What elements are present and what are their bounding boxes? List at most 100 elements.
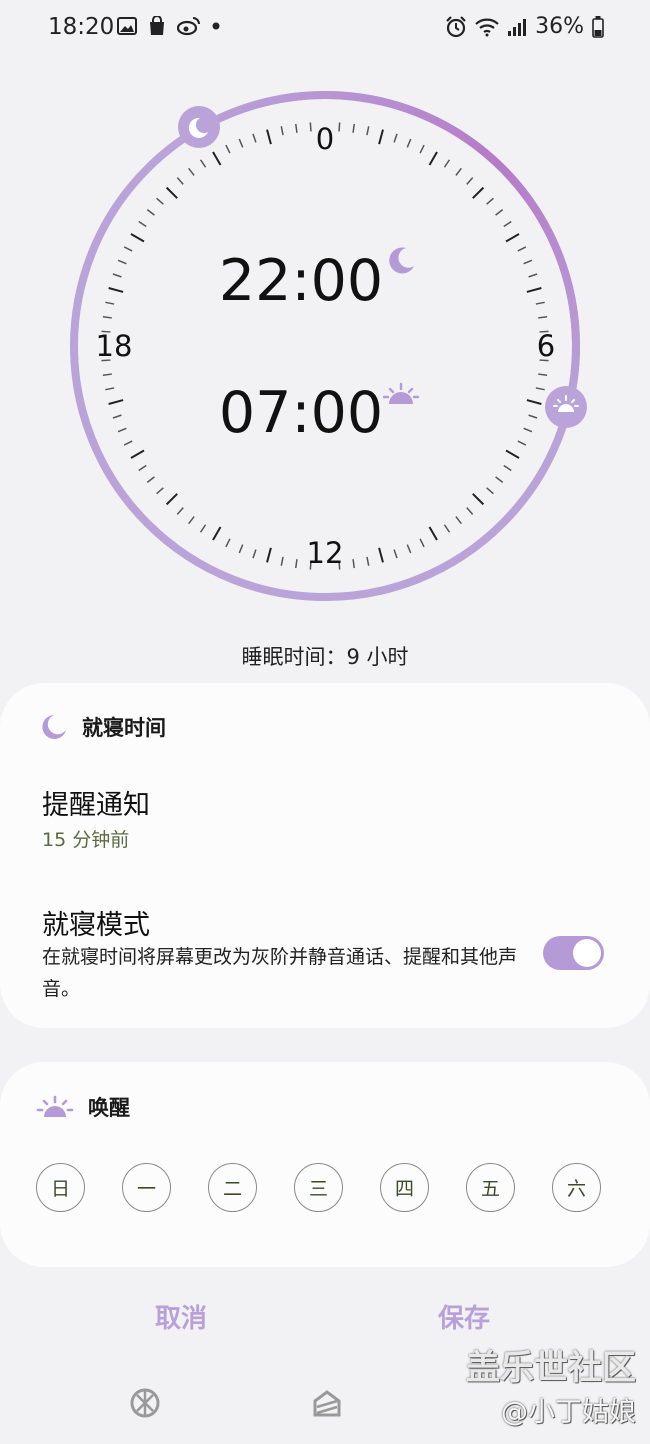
dial-tick xyxy=(393,133,398,143)
dial-tick xyxy=(123,440,133,446)
dial-tick xyxy=(495,476,504,483)
dot-icon xyxy=(212,22,220,30)
battery-percent: 36% xyxy=(535,14,584,39)
day-wednesday[interactable]: 三 xyxy=(294,1163,343,1212)
dial-tick xyxy=(105,301,115,305)
wake-time[interactable]: 07:00 xyxy=(219,380,383,446)
nav-home-icon[interactable] xyxy=(311,1387,343,1419)
day-sunday[interactable]: 日 xyxy=(36,1163,85,1212)
dial-label-0: 0 xyxy=(316,122,334,156)
dial-tick xyxy=(176,507,184,515)
dial-tick xyxy=(199,524,207,533)
dial-tick xyxy=(117,259,127,265)
dial-tick xyxy=(538,373,548,376)
shopping-bag-icon xyxy=(150,16,164,35)
dial-tick xyxy=(199,159,207,168)
signal-icon xyxy=(508,18,527,36)
dial-ticks xyxy=(101,122,549,570)
alarm-icon xyxy=(446,15,466,37)
day-saturday[interactable]: 六 xyxy=(552,1163,601,1212)
dial-tick xyxy=(526,399,542,405)
dial-tick xyxy=(138,220,147,228)
dial-tick xyxy=(295,123,298,133)
dial-tick xyxy=(252,133,257,143)
weekday-selector: 日 一 二 三 四 五 六 xyxy=(36,1163,601,1212)
dial-tick xyxy=(419,538,425,548)
bedtime-moon-icon xyxy=(389,247,414,274)
sunrise-icon xyxy=(36,1095,74,1117)
dial-tick xyxy=(466,177,474,185)
dial-tick xyxy=(165,186,178,199)
dial-tick xyxy=(266,129,272,145)
dial-tick xyxy=(146,209,155,216)
dial-tick xyxy=(225,144,231,154)
dial-tick xyxy=(535,387,545,391)
dial-tick xyxy=(419,144,425,154)
dial-tick xyxy=(238,138,244,148)
day-thursday[interactable]: 四 xyxy=(380,1163,429,1212)
dial-tick xyxy=(130,233,145,243)
dial-tick xyxy=(176,177,184,185)
dial-tick xyxy=(108,287,124,293)
day-tuesday[interactable]: 二 xyxy=(208,1163,257,1212)
day-friday[interactable]: 五 xyxy=(466,1163,515,1212)
status-bar: 18:20 36% xyxy=(0,0,650,56)
wake-header: 唤醒 xyxy=(36,1092,130,1122)
dial-tick xyxy=(378,129,384,145)
dial-tick xyxy=(252,549,257,559)
dial-tick xyxy=(266,547,272,563)
status-right: 36% xyxy=(445,14,604,39)
dial-tick xyxy=(212,526,222,541)
dial-tick xyxy=(495,209,504,216)
dial-tick xyxy=(366,556,370,566)
wake-handle[interactable] xyxy=(545,386,587,428)
gallery-icon xyxy=(117,17,137,35)
bedtime-mode-toggle[interactable] xyxy=(543,936,604,970)
toggle-knob xyxy=(573,939,601,967)
dial-tick xyxy=(378,547,384,563)
day-monday[interactable]: 一 xyxy=(122,1163,171,1212)
dial-tick xyxy=(523,427,533,433)
bedtime-mode-title: 就寝模式 xyxy=(42,910,150,941)
dial-tick xyxy=(146,476,155,483)
dial-tick xyxy=(505,233,520,243)
dial-tick xyxy=(505,449,520,459)
dial-tick xyxy=(238,544,244,554)
dial-tick xyxy=(212,151,222,166)
battery-icon xyxy=(592,15,604,38)
dial-tick xyxy=(472,493,485,506)
dial-tick xyxy=(188,516,195,525)
bedtime-handle[interactable] xyxy=(178,106,220,148)
dial-tick xyxy=(517,246,527,252)
bedtime-time[interactable]: 22:00 xyxy=(219,248,383,314)
dial-tick xyxy=(406,544,412,554)
dial-tick xyxy=(280,556,284,566)
dial-tick xyxy=(443,524,451,533)
save-button[interactable]: 保存 xyxy=(438,1298,490,1335)
dial-tick xyxy=(393,549,398,559)
sleep-clock-dial[interactable]: 0 6 12 18 22:00 07:00 xyxy=(0,70,650,630)
cancel-button[interactable]: 取消 xyxy=(155,1298,207,1335)
dial-tick xyxy=(165,493,178,506)
nav-recent-apps-icon[interactable] xyxy=(129,1387,161,1419)
dial-tick xyxy=(123,246,133,252)
dial-tick xyxy=(102,316,112,319)
dial-tick xyxy=(102,373,112,376)
dial-tick xyxy=(105,387,115,391)
reminder-value: 15 分钟前 xyxy=(42,829,130,851)
dial-tick xyxy=(352,123,355,133)
dial-tick xyxy=(280,126,284,136)
status-notification-icons xyxy=(117,16,221,36)
dial-label-12: 12 xyxy=(307,536,344,570)
dial-tick xyxy=(108,399,124,405)
dial-tick xyxy=(295,559,298,569)
dial-label-18: 18 xyxy=(96,329,133,363)
wake-header-label: 唤醒 xyxy=(88,1096,130,1120)
dial-tick xyxy=(503,464,512,472)
dial-tick xyxy=(486,197,494,205)
weibo-icon xyxy=(177,17,200,36)
reminder-title: 提醒通知 xyxy=(42,790,150,821)
dial-tick xyxy=(428,526,438,541)
status-time: 18:20 xyxy=(48,14,115,40)
dial-svg[interactable]: 0 6 12 18 22:00 07:00 xyxy=(0,70,650,630)
